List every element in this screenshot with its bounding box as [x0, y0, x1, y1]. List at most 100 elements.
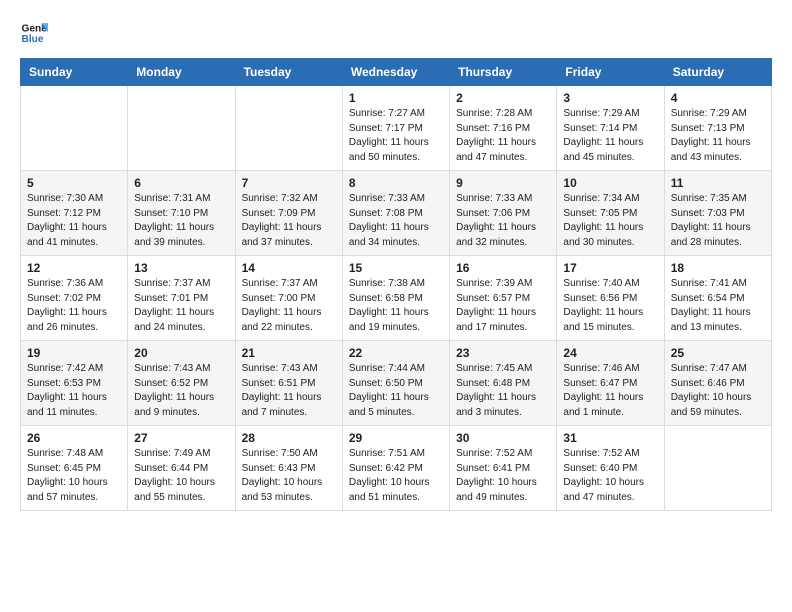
calendar-cell: 14Sunrise: 7:37 AM Sunset: 7:00 PM Dayli…	[235, 256, 342, 341]
day-detail: Sunrise: 7:39 AM Sunset: 6:57 PM Dayligh…	[456, 277, 550, 335]
calendar-cell: 2 Sunrise: 7:28 AM Sunset: 7:16 PM Daylig…	[450, 86, 557, 171]
day-detail: Sunrise: 7:46 AM Sunset: 6:47 PM Dayligh…	[563, 362, 657, 420]
day-detail: Sunrise: 7:30 AM Sunset: 7:12 PM Dayligh…	[27, 192, 121, 250]
col-header-thursday: Thursday	[450, 59, 557, 86]
day-number: 29	[349, 431, 443, 445]
day-number: 14	[242, 261, 336, 275]
calendar-week-5: 26 Sunrise: 7:48 AM Sunset: 6:45 PM Dayli…	[21, 426, 772, 511]
calendar-cell: 25Sunrise: 7:47 AM Sunset: 6:46 PM Dayli…	[664, 341, 771, 426]
day-detail: Sunrise: 7:36 AM Sunset: 7:02 PM Dayligh…	[27, 277, 121, 335]
calendar-cell: 5 Sunrise: 7:30 AM Sunset: 7:12 PM Daylig…	[21, 171, 128, 256]
calendar-cell: 20 Sunrise: 7:43 AM Sunset: 6:52 PM Dayli…	[128, 341, 235, 426]
day-number: 31	[563, 431, 657, 445]
calendar-cell: 24 Sunrise: 7:46 AM Sunset: 6:47 PM Dayli…	[557, 341, 664, 426]
day-number: 11	[671, 176, 765, 190]
day-detail: Sunrise: 7:50 AM Sunset: 6:43 PM Dayligh…	[242, 447, 336, 505]
day-number: 23	[456, 346, 550, 360]
day-detail: Sunrise: 7:48 AM Sunset: 6:45 PM Dayligh…	[27, 447, 121, 505]
svg-text:Blue: Blue	[22, 34, 44, 45]
col-header-monday: Monday	[128, 59, 235, 86]
calendar-cell: 15 Sunrise: 7:38 AM Sunset: 6:58 PM Dayli…	[342, 256, 449, 341]
calendar-cell: 13 Sunrise: 7:37 AM Sunset: 7:01 PM Dayli…	[128, 256, 235, 341]
day-number: 20	[134, 346, 228, 360]
calendar-week-1: 1 Sunrise: 7:27 AM Sunset: 7:17 PM Daylig…	[21, 86, 772, 171]
day-number: 26	[27, 431, 121, 445]
day-number: 19	[27, 346, 121, 360]
calendar-header-row: SundayMondayTuesdayWednesdayThursdayFrid…	[21, 59, 772, 86]
day-number: 4	[671, 91, 765, 105]
calendar-cell: 29 Sunrise: 7:51 AM Sunset: 6:42 PM Dayli…	[342, 426, 449, 511]
calendar-week-4: 19 Sunrise: 7:42 AM Sunset: 6:53 PM Dayli…	[21, 341, 772, 426]
day-number: 12	[27, 261, 121, 275]
day-number: 24	[563, 346, 657, 360]
day-number: 15	[349, 261, 443, 275]
day-number: 7	[242, 176, 336, 190]
day-detail: Sunrise: 7:29 AM Sunset: 7:14 PM Dayligh…	[563, 107, 657, 165]
calendar-cell: 9 Sunrise: 7:33 AM Sunset: 7:06 PM Daylig…	[450, 171, 557, 256]
calendar-cell	[21, 86, 128, 171]
day-detail: Sunrise: 7:38 AM Sunset: 6:58 PM Dayligh…	[349, 277, 443, 335]
calendar-cell	[235, 86, 342, 171]
calendar-cell: 19 Sunrise: 7:42 AM Sunset: 6:53 PM Dayli…	[21, 341, 128, 426]
calendar-cell: 4Sunrise: 7:29 AM Sunset: 7:13 PM Daylig…	[664, 86, 771, 171]
day-detail: Sunrise: 7:28 AM Sunset: 7:16 PM Dayligh…	[456, 107, 550, 165]
day-number: 30	[456, 431, 550, 445]
day-detail: Sunrise: 7:40 AM Sunset: 6:56 PM Dayligh…	[563, 277, 657, 335]
calendar: SundayMondayTuesdayWednesdayThursdayFrid…	[20, 58, 772, 511]
col-header-tuesday: Tuesday	[235, 59, 342, 86]
calendar-cell: 7Sunrise: 7:32 AM Sunset: 7:09 PM Daylig…	[235, 171, 342, 256]
day-detail: Sunrise: 7:37 AM Sunset: 7:01 PM Dayligh…	[134, 277, 228, 335]
calendar-cell: 23 Sunrise: 7:45 AM Sunset: 6:48 PM Dayli…	[450, 341, 557, 426]
day-detail: Sunrise: 7:45 AM Sunset: 6:48 PM Dayligh…	[456, 362, 550, 420]
calendar-cell: 8 Sunrise: 7:33 AM Sunset: 7:08 PM Daylig…	[342, 171, 449, 256]
day-detail: Sunrise: 7:33 AM Sunset: 7:08 PM Dayligh…	[349, 192, 443, 250]
calendar-cell: 1 Sunrise: 7:27 AM Sunset: 7:17 PM Daylig…	[342, 86, 449, 171]
day-number: 25	[671, 346, 765, 360]
calendar-cell: 17 Sunrise: 7:40 AM Sunset: 6:56 PM Dayli…	[557, 256, 664, 341]
day-detail: Sunrise: 7:52 AM Sunset: 6:40 PM Dayligh…	[563, 447, 657, 505]
day-number: 28	[242, 431, 336, 445]
day-detail: Sunrise: 7:52 AM Sunset: 6:41 PM Dayligh…	[456, 447, 550, 505]
calendar-cell: 30 Sunrise: 7:52 AM Sunset: 6:41 PM Dayli…	[450, 426, 557, 511]
calendar-cell: 3Sunrise: 7:29 AM Sunset: 7:14 PM Daylig…	[557, 86, 664, 171]
day-number: 22	[349, 346, 443, 360]
day-detail: Sunrise: 7:31 AM Sunset: 7:10 PM Dayligh…	[134, 192, 228, 250]
calendar-cell: 12 Sunrise: 7:36 AM Sunset: 7:02 PM Dayli…	[21, 256, 128, 341]
day-number: 1	[349, 91, 443, 105]
page: General Blue SundayMondayTuesdayWednesda…	[0, 0, 792, 521]
calendar-week-2: 5 Sunrise: 7:30 AM Sunset: 7:12 PM Daylig…	[21, 171, 772, 256]
day-detail: Sunrise: 7:51 AM Sunset: 6:42 PM Dayligh…	[349, 447, 443, 505]
day-detail: Sunrise: 7:43 AM Sunset: 6:52 PM Dayligh…	[134, 362, 228, 420]
day-number: 10	[563, 176, 657, 190]
col-header-friday: Friday	[557, 59, 664, 86]
day-detail: Sunrise: 7:42 AM Sunset: 6:53 PM Dayligh…	[27, 362, 121, 420]
day-detail: Sunrise: 7:41 AM Sunset: 6:54 PM Dayligh…	[671, 277, 765, 335]
day-number: 2	[456, 91, 550, 105]
day-number: 8	[349, 176, 443, 190]
day-detail: Sunrise: 7:34 AM Sunset: 7:05 PM Dayligh…	[563, 192, 657, 250]
calendar-cell: 10 Sunrise: 7:34 AM Sunset: 7:05 PM Dayli…	[557, 171, 664, 256]
calendar-cell: 27 Sunrise: 7:49 AM Sunset: 6:44 PM Dayli…	[128, 426, 235, 511]
calendar-cell: 6Sunrise: 7:31 AM Sunset: 7:10 PM Daylig…	[128, 171, 235, 256]
day-number: 13	[134, 261, 228, 275]
day-detail: Sunrise: 7:33 AM Sunset: 7:06 PM Dayligh…	[456, 192, 550, 250]
day-detail: Sunrise: 7:27 AM Sunset: 7:17 PM Dayligh…	[349, 107, 443, 165]
calendar-cell: 18Sunrise: 7:41 AM Sunset: 6:54 PM Dayli…	[664, 256, 771, 341]
calendar-cell	[664, 426, 771, 511]
day-number: 9	[456, 176, 550, 190]
calendar-cell: 22Sunrise: 7:44 AM Sunset: 6:50 PM Dayli…	[342, 341, 449, 426]
day-number: 27	[134, 431, 228, 445]
day-number: 5	[27, 176, 121, 190]
calendar-cell: 31 Sunrise: 7:52 AM Sunset: 6:40 PM Dayli…	[557, 426, 664, 511]
calendar-cell	[128, 86, 235, 171]
calendar-cell: 26 Sunrise: 7:48 AM Sunset: 6:45 PM Dayli…	[21, 426, 128, 511]
day-number: 16	[456, 261, 550, 275]
calendar-week-3: 12 Sunrise: 7:36 AM Sunset: 7:02 PM Dayli…	[21, 256, 772, 341]
logo-icon: General Blue	[20, 20, 48, 48]
day-detail: Sunrise: 7:49 AM Sunset: 6:44 PM Dayligh…	[134, 447, 228, 505]
day-number: 17	[563, 261, 657, 275]
day-detail: Sunrise: 7:35 AM Sunset: 7:03 PM Dayligh…	[671, 192, 765, 250]
day-number: 21	[242, 346, 336, 360]
calendar-cell: 16 Sunrise: 7:39 AM Sunset: 6:57 PM Dayli…	[450, 256, 557, 341]
header: General Blue	[20, 20, 772, 48]
